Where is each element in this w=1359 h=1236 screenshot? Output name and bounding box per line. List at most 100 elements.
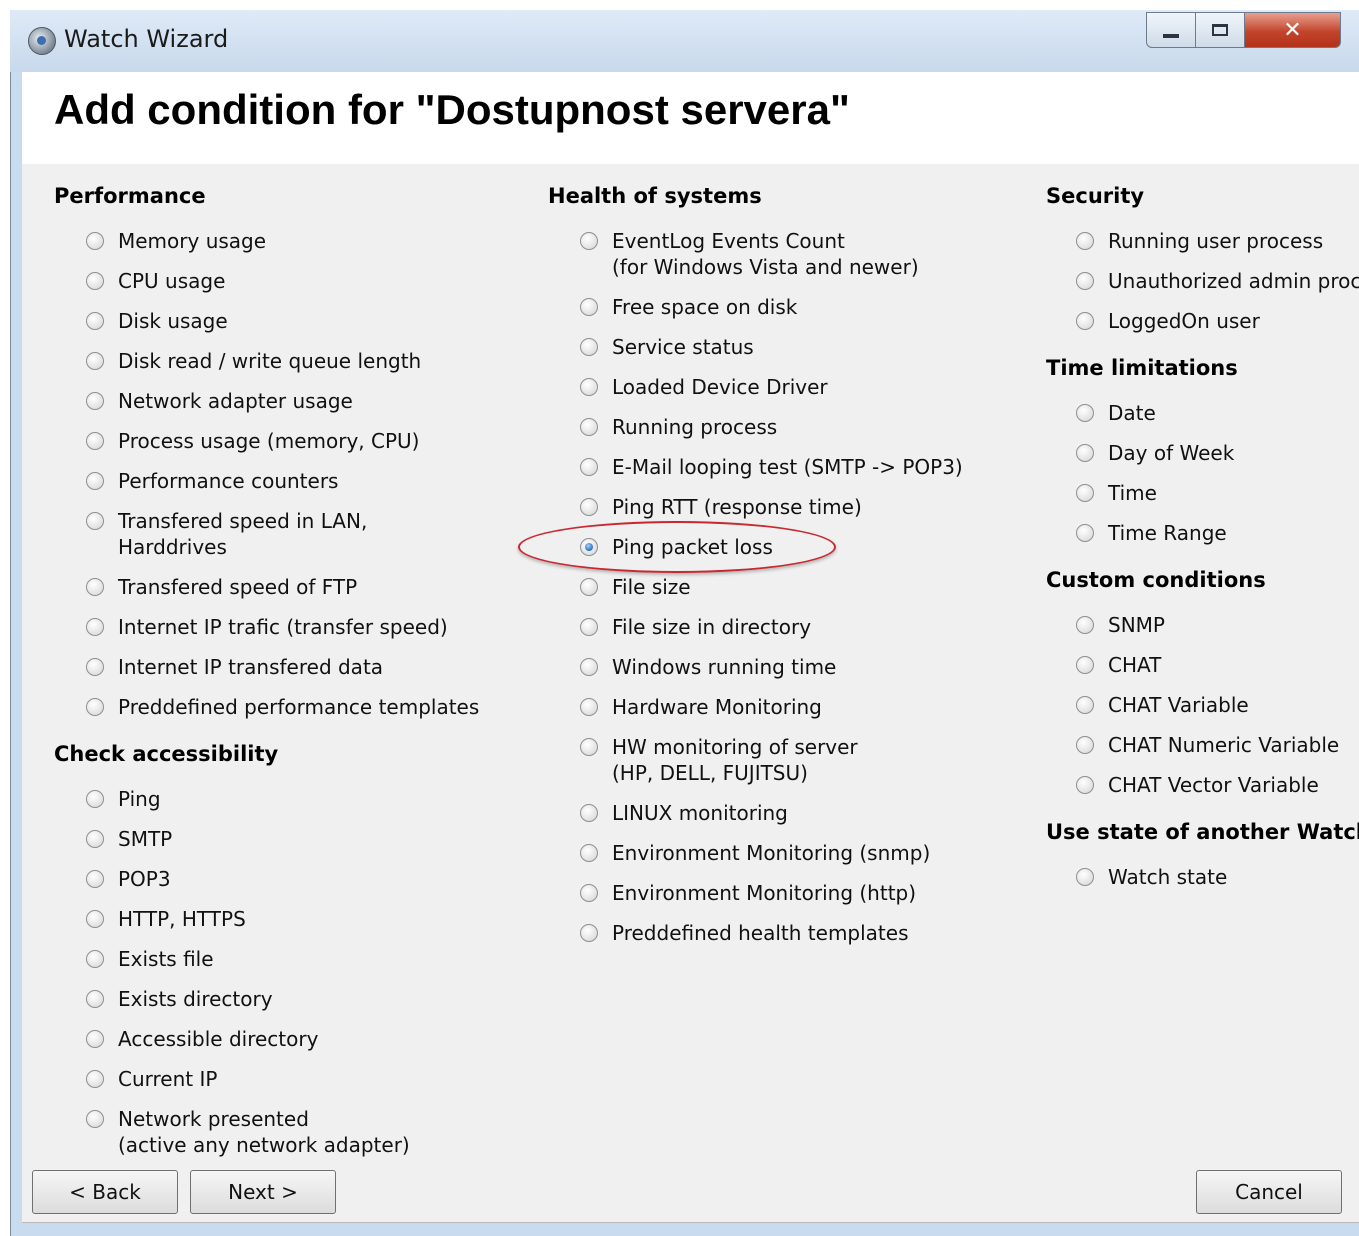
option-environment-monitoring-http[interactable]: Environment Monitoring (http) xyxy=(580,880,916,906)
radio-button-icon[interactable] xyxy=(1076,312,1094,330)
radio-button-icon[interactable] xyxy=(1076,484,1094,502)
radio-button-icon[interactable] xyxy=(580,844,598,862)
option-process-usage-memory-cpu[interactable]: Process usage (memory, CPU) xyxy=(86,428,419,454)
option-preddefined-performance-templates[interactable]: Preddefined performance templates xyxy=(86,694,479,720)
radio-button-icon[interactable] xyxy=(580,338,598,356)
option-free-space-on-disk[interactable]: Free space on disk xyxy=(580,294,797,320)
radio-button-icon[interactable] xyxy=(1076,232,1094,250)
radio-button-icon[interactable] xyxy=(1076,616,1094,634)
option-loggedon-user[interactable]: LoggedOn user xyxy=(1076,308,1260,334)
option-e-mail-looping-test-smtp-pop3[interactable]: E-Mail looping test (SMTP -> POP3) xyxy=(580,454,963,480)
back-button[interactable]: < Back xyxy=(32,1170,178,1214)
option-ping-rtt-response-time[interactable]: Ping RTT (response time) xyxy=(580,494,862,520)
radio-button-icon[interactable] xyxy=(580,738,598,756)
radio-button-icon[interactable] xyxy=(1076,776,1094,794)
option-transfered-speed-of-ftp[interactable]: Transfered speed of FTP xyxy=(86,574,357,600)
radio-button-icon[interactable] xyxy=(1076,696,1094,714)
radio-button-icon[interactable] xyxy=(580,538,598,556)
option-cpu-usage[interactable]: CPU usage xyxy=(86,268,225,294)
radio-button-icon[interactable] xyxy=(86,1110,104,1128)
option-hardware-monitoring[interactable]: Hardware Monitoring xyxy=(580,694,822,720)
option-transfered-speed-in-lan[interactable]: Transfered speed in LAN, Harddrives xyxy=(86,508,367,560)
cancel-button[interactable]: Cancel xyxy=(1196,1170,1342,1214)
radio-button-icon[interactable] xyxy=(580,298,598,316)
radio-button-icon[interactable] xyxy=(1076,444,1094,462)
radio-button-icon[interactable] xyxy=(580,418,598,436)
option-chat-variable[interactable]: CHAT Variable xyxy=(1076,692,1249,718)
radio-button-icon[interactable] xyxy=(580,924,598,942)
radio-button-icon[interactable] xyxy=(580,232,598,250)
option-exists-directory[interactable]: Exists directory xyxy=(86,986,273,1012)
radio-button-icon[interactable] xyxy=(1076,868,1094,886)
option-disk-usage[interactable]: Disk usage xyxy=(86,308,228,334)
option-ping[interactable]: Ping xyxy=(86,786,161,812)
option-snmp[interactable]: SNMP xyxy=(1076,612,1165,638)
maximize-button[interactable] xyxy=(1196,12,1245,48)
option-day-of-week[interactable]: Day of Week xyxy=(1076,440,1234,466)
radio-button-icon[interactable] xyxy=(580,458,598,476)
option-date[interactable]: Date xyxy=(1076,400,1156,426)
minimize-button[interactable] xyxy=(1146,12,1196,48)
radio-button-icon[interactable] xyxy=(580,698,598,716)
radio-button-icon[interactable] xyxy=(86,1030,104,1048)
radio-button-icon[interactable] xyxy=(1076,272,1094,290)
option-chat[interactable]: CHAT xyxy=(1076,652,1161,678)
radio-button-icon[interactable] xyxy=(580,658,598,676)
option-ping-packet-loss[interactable]: Ping packet loss xyxy=(580,534,773,560)
option-http-https[interactable]: HTTP, HTTPS xyxy=(86,906,246,932)
radio-button-icon[interactable] xyxy=(86,272,104,290)
option-watch-state[interactable]: Watch state xyxy=(1076,864,1227,890)
next-button[interactable]: Next > xyxy=(190,1170,336,1214)
radio-button-icon[interactable] xyxy=(86,658,104,676)
option-current-ip[interactable]: Current IP xyxy=(86,1066,217,1092)
radio-button-icon[interactable] xyxy=(86,618,104,636)
option-internet-ip-trafic-transfer-speed[interactable]: Internet IP trafic (transfer speed) xyxy=(86,614,448,640)
option-file-size-in-directory[interactable]: File size in directory xyxy=(580,614,811,640)
option-accessible-directory[interactable]: Accessible directory xyxy=(86,1026,318,1052)
radio-button-icon[interactable] xyxy=(86,578,104,596)
option-chat-numeric-variable[interactable]: CHAT Numeric Variable xyxy=(1076,732,1339,758)
option-time-range[interactable]: Time Range xyxy=(1076,520,1227,546)
radio-button-icon[interactable] xyxy=(86,392,104,410)
option-windows-running-time[interactable]: Windows running time xyxy=(580,654,836,680)
radio-button-icon[interactable] xyxy=(86,232,104,250)
option-disk-read-write-queue-length[interactable]: Disk read / write queue length xyxy=(86,348,421,374)
option-running-user-process[interactable]: Running user process xyxy=(1076,228,1323,254)
option-linux-monitoring[interactable]: LINUX monitoring xyxy=(580,800,788,826)
option-file-size[interactable]: File size xyxy=(580,574,691,600)
option-environment-monitoring-snmp[interactable]: Environment Monitoring (snmp) xyxy=(580,840,930,866)
radio-button-icon[interactable] xyxy=(580,884,598,902)
option-time[interactable]: Time xyxy=(1076,480,1157,506)
radio-button-icon[interactable] xyxy=(86,790,104,808)
radio-button-icon[interactable] xyxy=(86,910,104,928)
option-service-status[interactable]: Service status xyxy=(580,334,754,360)
radio-button-icon[interactable] xyxy=(580,378,598,396)
radio-button-icon[interactable] xyxy=(86,472,104,490)
radio-button-icon[interactable] xyxy=(580,498,598,516)
radio-button-icon[interactable] xyxy=(1076,736,1094,754)
radio-button-icon[interactable] xyxy=(86,950,104,968)
radio-button-icon[interactable] xyxy=(86,352,104,370)
radio-button-icon[interactable] xyxy=(86,990,104,1008)
radio-button-icon[interactable] xyxy=(580,804,598,822)
radio-button-icon[interactable] xyxy=(86,870,104,888)
radio-button-icon[interactable] xyxy=(86,312,104,330)
option-pop3[interactable]: POP3 xyxy=(86,866,171,892)
option-performance-counters[interactable]: Performance counters xyxy=(86,468,338,494)
radio-button-icon[interactable] xyxy=(1076,524,1094,542)
radio-button-icon[interactable] xyxy=(580,578,598,596)
option-preddefined-health-templates[interactable]: Preddefined health templates xyxy=(580,920,909,946)
option-network-adapter-usage[interactable]: Network adapter usage xyxy=(86,388,353,414)
option-smtp[interactable]: SMTP xyxy=(86,826,172,852)
radio-button-icon[interactable] xyxy=(86,432,104,450)
option-memory-usage[interactable]: Memory usage xyxy=(86,228,266,254)
radio-button-icon[interactable] xyxy=(86,1070,104,1088)
close-button[interactable]: ✕ xyxy=(1245,12,1341,48)
radio-button-icon[interactable] xyxy=(1076,656,1094,674)
radio-button-icon[interactable] xyxy=(1076,404,1094,422)
option-eventlog-events-count[interactable]: EventLog Events Count (for Windows Vista … xyxy=(580,228,919,280)
option-chat-vector-variable[interactable]: CHAT Vector Variable xyxy=(1076,772,1319,798)
option-hw-monitoring-of-server[interactable]: HW monitoring of server (HP, DELL, FUJITS… xyxy=(580,734,858,786)
radio-button-icon[interactable] xyxy=(86,512,104,530)
option-internet-ip-transfered-data[interactable]: Internet IP transfered data xyxy=(86,654,383,680)
